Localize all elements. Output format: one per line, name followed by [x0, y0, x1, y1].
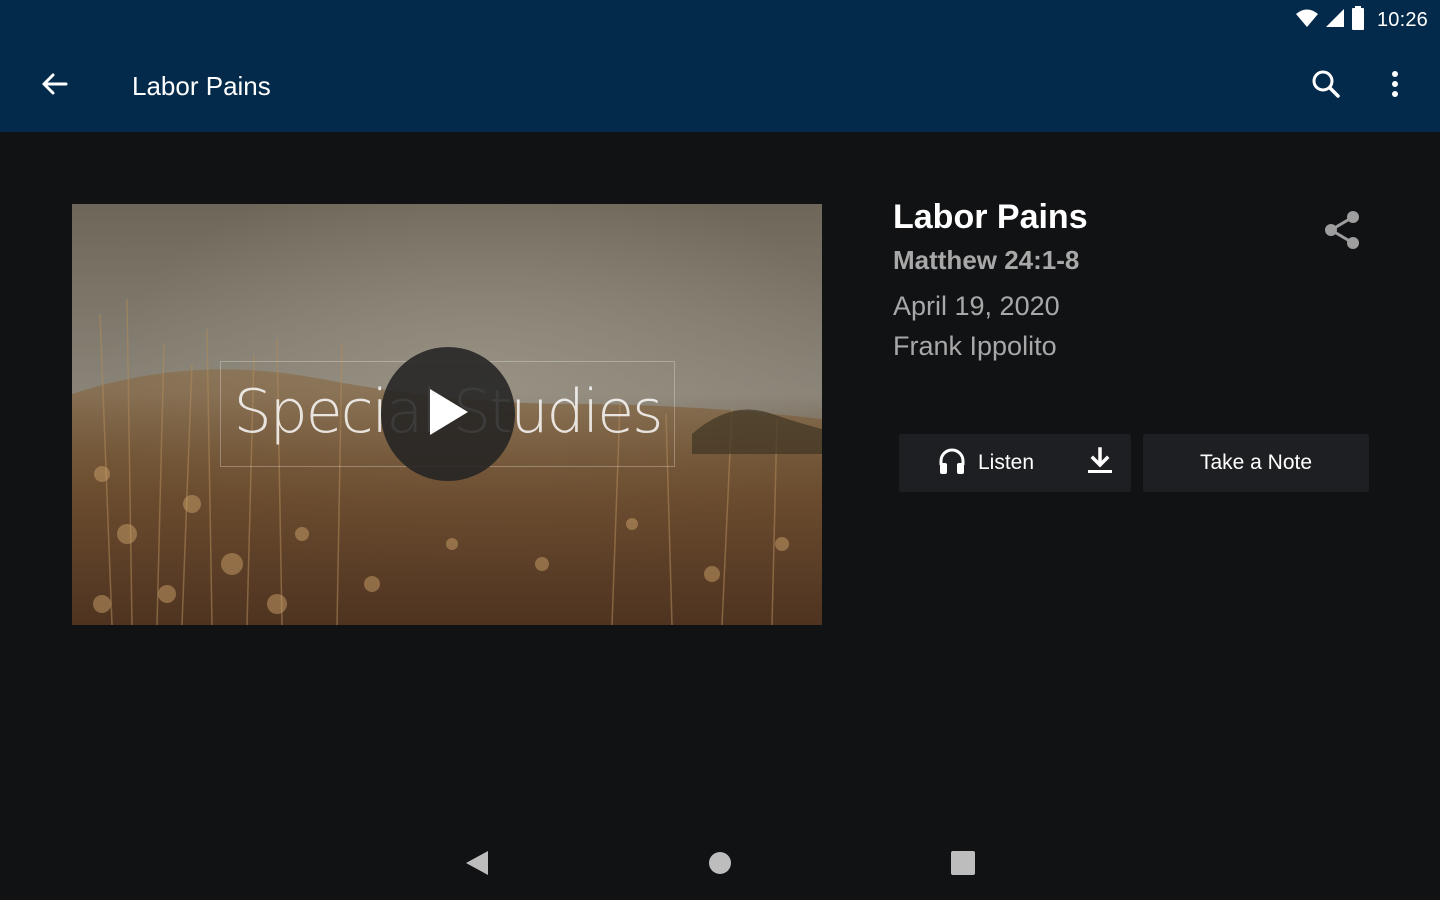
- battery-icon: [1351, 5, 1365, 35]
- nav-home-button[interactable]: [699, 844, 741, 886]
- system-navigation-bar: [0, 828, 1440, 900]
- play-icon: [426, 387, 470, 442]
- nav-recents-icon: [950, 850, 976, 881]
- listen-label: Listen: [977, 451, 1035, 474]
- wifi-icon: [1295, 8, 1319, 33]
- nav-back-button[interactable]: [456, 844, 498, 886]
- download-icon: [1085, 446, 1115, 481]
- status-bar: 10:26: [0, 0, 1440, 40]
- listen-button-group: Listen: [899, 434, 1131, 492]
- more-vert-icon: [1391, 70, 1399, 103]
- nav-home-icon: [707, 850, 733, 881]
- more-options-button[interactable]: [1372, 62, 1418, 110]
- sermon-title: Labor Pains: [893, 198, 1088, 236]
- share-button[interactable]: [1316, 206, 1368, 258]
- sermon-date: April 19, 2020: [893, 291, 1060, 321]
- play-button[interactable]: [381, 347, 515, 481]
- status-icons: 10:26: [1295, 5, 1428, 35]
- nav-recents-button[interactable]: [942, 844, 984, 886]
- headphones-icon: [938, 447, 966, 480]
- take-a-note-button[interactable]: Take a Note: [1143, 434, 1369, 492]
- scripture-reference: Matthew 24:1-8: [893, 245, 1080, 275]
- search-button[interactable]: [1302, 62, 1350, 110]
- listen-button[interactable]: Listen: [899, 434, 1069, 492]
- status-time: 10:26: [1376, 8, 1428, 31]
- arrow-back-icon: [40, 72, 68, 101]
- app-bar: Labor Pains: [0, 40, 1440, 132]
- download-button[interactable]: [1071, 434, 1129, 492]
- nav-back-icon: [464, 849, 490, 882]
- share-icon: [1323, 210, 1361, 255]
- back-button[interactable]: [30, 64, 78, 108]
- speaker-name: Frank Ippolito: [893, 331, 1057, 361]
- search-icon: [1311, 69, 1341, 104]
- video-thumbnail[interactable]: Special Studies: [72, 204, 822, 625]
- app-bar-title: Labor Pains: [132, 71, 271, 101]
- cellular-signal-icon: [1325, 8, 1345, 33]
